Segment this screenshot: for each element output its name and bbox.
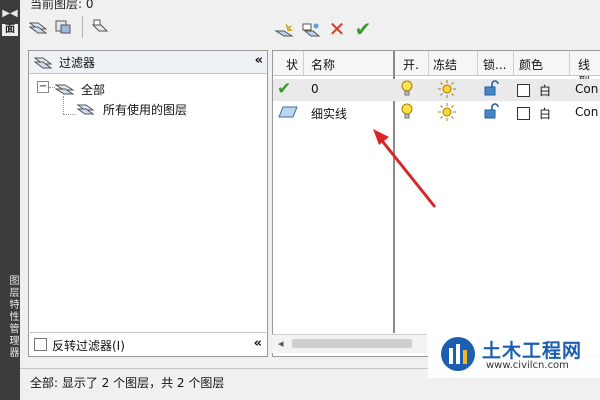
lightbulb-icon[interactable] xyxy=(401,103,413,124)
tree-expander[interactable]: − xyxy=(37,81,49,93)
layer-linetype[interactable]: Con xyxy=(575,105,598,119)
horizontal-scrollbar[interactable]: ◂ xyxy=(272,334,427,353)
column-divider xyxy=(569,51,570,75)
invert-filter-label[interactable]: 反转过滤器(I) xyxy=(52,337,125,354)
scroll-left-arrow-icon[interactable]: ◂ xyxy=(278,337,284,350)
watermark-url: www.civilcn.com xyxy=(486,360,569,371)
annotation-arrow xyxy=(373,129,437,208)
new-layer-icon[interactable] xyxy=(274,20,294,40)
unlocked-padlock-icon[interactable] xyxy=(483,102,501,123)
current-layer-label: 当前图层: 0 xyxy=(30,0,94,11)
column-header-lock[interactable]: 锁... xyxy=(483,56,506,73)
watermark-title: 土木工程网 xyxy=(482,340,583,362)
invert-filter-bar: 反转过滤器(I) « xyxy=(28,332,266,355)
collapse-filter-panel-button[interactable]: « xyxy=(255,53,264,68)
current-layer-check-icon: ✔ xyxy=(277,79,292,99)
used-layers-filter-icon xyxy=(75,98,95,118)
lightbulb-icon[interactable] xyxy=(401,80,413,101)
sun-icon[interactable] xyxy=(437,102,457,125)
tree-connector xyxy=(63,96,64,114)
column-divider xyxy=(303,51,304,75)
side-top-glyph: 面 xyxy=(2,24,18,36)
all-layers-filter-icon xyxy=(55,78,75,98)
side-vertical-title: 图层特性管理器 xyxy=(7,275,18,359)
filter-icon xyxy=(33,52,53,72)
left-side-strip: ▶◀ 面 图层特性管理器 xyxy=(0,0,20,400)
invert-filter-checkbox[interactable] xyxy=(34,338,47,351)
layer-linetype[interactable]: Con xyxy=(575,82,598,96)
layer-states-manager-icon[interactable] xyxy=(90,17,110,37)
color-swatch[interactable] xyxy=(517,84,530,97)
column-header-freeze[interactable]: 冻结 xyxy=(433,56,457,73)
side-arrows[interactable]: ▶◀ xyxy=(2,8,18,20)
filter-panel-title: 过滤器 xyxy=(59,56,96,70)
column-header-on[interactable]: 开. xyxy=(403,56,419,73)
column-header-name[interactable]: 名称 xyxy=(311,56,335,73)
layer-name[interactable]: 0 xyxy=(311,82,319,96)
column-header-color[interactable]: 颜色 xyxy=(519,56,543,73)
unlocked-padlock-icon[interactable] xyxy=(483,79,501,100)
collapse-filter-button[interactable]: « xyxy=(254,336,263,351)
layer-table-header: 状 名称 开. 冻结 锁... 颜色 线型 xyxy=(273,51,600,89)
column-divider xyxy=(477,51,478,75)
sun-icon[interactable] xyxy=(437,79,457,102)
filter-panel-header: 过滤器 « xyxy=(29,51,267,74)
scroll-thumb[interactable] xyxy=(292,339,412,348)
layer-row[interactable]: 细实线 白 Con xyxy=(273,102,600,124)
column-divider xyxy=(513,51,514,75)
tree-connector xyxy=(63,114,75,115)
set-current-icon[interactable]: ✔ xyxy=(353,17,373,41)
color-swatch[interactable] xyxy=(517,107,530,120)
new-property-filter-icon[interactable] xyxy=(28,17,48,37)
tree-child-label[interactable]: 所有使用的图层 xyxy=(103,101,187,118)
watermark: 土木工程网 www.civilcn.com xyxy=(428,330,600,378)
layer-color-label: 白 xyxy=(539,107,552,121)
toolbar-separator xyxy=(82,16,83,38)
layer-name[interactable]: 细实线 xyxy=(311,105,347,122)
parallelogram-icon xyxy=(277,105,299,122)
delete-layer-icon[interactable]: ✕ xyxy=(327,17,347,41)
layer-row[interactable]: ✔ 0 白 Con xyxy=(273,79,600,101)
column-header-status[interactable]: 状 xyxy=(286,56,298,73)
tree-root-label[interactable]: 全部 xyxy=(81,81,105,98)
column-divider xyxy=(428,51,429,75)
watermark-logo-icon xyxy=(441,337,475,371)
layer-list-panel: 状 名称 开. 冻结 锁... 颜色 线型 ✔ 0 白 Con 细实线 xyxy=(272,50,600,357)
layer-color-label: 白 xyxy=(539,84,552,98)
new-group-filter-icon[interactable] xyxy=(53,17,73,37)
filter-tree-panel: 过滤器 « − 全部 所有使用的图层 xyxy=(28,50,268,357)
new-layer-vp-frozen-icon[interactable] xyxy=(301,20,321,40)
status-text: 全部: 显示了 2 个图层，共 2 个图层 xyxy=(30,376,225,390)
